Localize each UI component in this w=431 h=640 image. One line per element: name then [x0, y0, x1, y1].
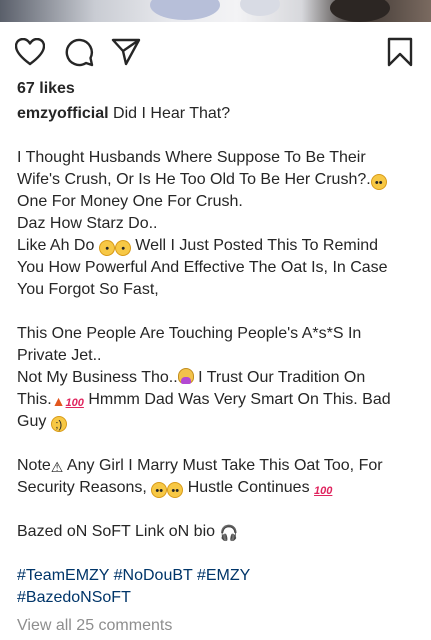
username-link[interactable]: emzyofficial	[17, 105, 109, 122]
eye-roll-emoji-icon: ••	[167, 482, 184, 498]
caption-line: Daz How Starz Do..	[17, 215, 158, 232]
caption-line: Bazed oN SoFT Link oN bio 🎧	[17, 523, 239, 542]
caption-line: This One People Are Touching People's A*…	[17, 325, 362, 342]
eye-roll-emoji-icon: ••	[370, 174, 387, 190]
like-button[interactable]	[14, 36, 46, 68]
hashtag-link[interactable]: #BazedoNSoFT	[17, 589, 131, 606]
heart-icon	[15, 38, 45, 66]
caption-first-line: emzyofficial Did I Hear That?	[17, 103, 417, 125]
view-all-comments-link[interactable]: View all 25 comments	[17, 617, 172, 635]
caption-line: Note⚠ Any Girl I Marry Must Take This Oa…	[17, 457, 383, 475]
caption-line: Wife's Crush, Or Is He Too Old To Be Her…	[17, 169, 417, 191]
save-button[interactable]	[384, 36, 416, 68]
caption-line: Guy ;)	[17, 411, 417, 433]
hashtags-line: #TeamEMZY #NoDouBT #EMZY	[17, 565, 417, 587]
image-detail	[150, 0, 220, 20]
comment-icon	[65, 38, 94, 67]
action-bar	[0, 36, 431, 70]
caption-line: Like Ah Do • • Well I Just Posted This To…	[17, 235, 417, 259]
hashtag-link[interactable]: #TeamEMZY	[17, 567, 109, 584]
hashtag-link[interactable]: #EMZY	[197, 567, 250, 584]
hashtag-link[interactable]: #NoDouBT	[114, 567, 193, 584]
hundred-emoji-icon: 100	[314, 485, 333, 497]
caption-line: Not My Business Tho.. I Trust Our Tradit…	[17, 368, 366, 386]
warning-emoji-icon: ⚠	[50, 459, 64, 475]
image-detail	[330, 0, 390, 22]
likes-count[interactable]: 67 likes	[17, 80, 75, 98]
shrug-emoji-icon	[177, 368, 194, 384]
hundred-emoji-icon: 100	[65, 397, 84, 409]
caption-text: Did I Hear That?	[108, 105, 231, 122]
caption-line: I Thought Husbands Where Suppose To Be T…	[17, 149, 366, 166]
comment-button[interactable]	[63, 36, 95, 68]
bookmark-icon	[387, 37, 413, 67]
caption-line: One For Money One For Crush.	[17, 193, 243, 210]
caption-line: Private Jet..	[17, 347, 102, 364]
post-image[interactable]	[0, 0, 431, 22]
share-button[interactable]	[110, 36, 142, 68]
image-detail	[240, 0, 280, 16]
caption-line: You How Powerful And Effective The Oat I…	[17, 259, 388, 276]
post-caption: emzyofficial Did I Hear That? I Thought …	[17, 103, 417, 609]
headphones-emoji-icon: 🎧	[219, 525, 239, 542]
caption-line: Security Reasons, •• •• Hustle Continues …	[17, 479, 333, 498]
send-icon	[111, 38, 141, 66]
eye-roll-emoji-icon: ••	[151, 482, 168, 498]
caption-line: You Forgot So Fast,	[17, 281, 159, 298]
wink-emoji-icon: ;)	[50, 416, 67, 432]
fire-emoji-icon: ▲	[51, 393, 66, 409]
hashtags-line: #BazedoNSoFT	[17, 587, 417, 609]
caption-line: This.▲100 Hmmm Dad Was Very Smart On Thi…	[17, 391, 391, 409]
